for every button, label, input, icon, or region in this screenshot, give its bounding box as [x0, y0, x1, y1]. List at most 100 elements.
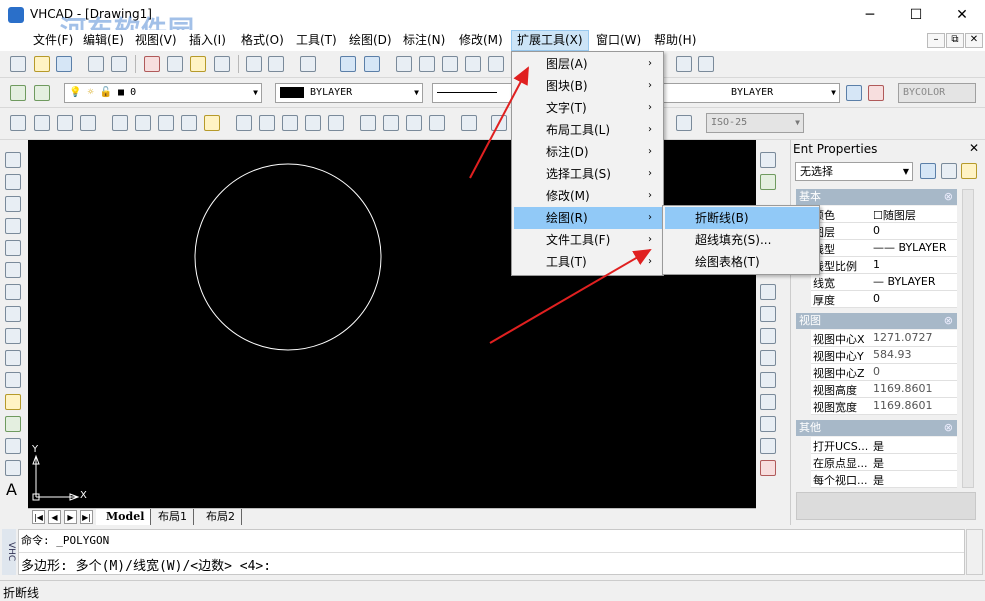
circle-icon[interactable] — [5, 306, 21, 322]
menu-file[interactable]: 文件(F) — [28, 30, 78, 51]
extend-icon[interactable] — [760, 372, 776, 388]
chamfer-icon[interactable] — [760, 416, 776, 432]
zoom-extents-icon[interactable] — [465, 56, 481, 72]
selection-combo[interactable]: 无选择 ▼ — [795, 162, 913, 181]
tolerance-icon[interactable] — [328, 115, 344, 131]
quick-dim-icon[interactable] — [204, 115, 220, 131]
trim-icon[interactable] — [760, 350, 776, 366]
print-icon[interactable] — [88, 56, 104, 72]
ellipse-icon[interactable] — [5, 350, 21, 366]
properties-scrollbar[interactable] — [962, 189, 974, 488]
menu-item-block[interactable]: 图块(B) › — [514, 75, 662, 97]
xline-icon[interactable] — [5, 218, 21, 234]
prop-row-layer[interactable]: 图层 0 — [811, 223, 957, 240]
insert-block-icon[interactable] — [5, 394, 21, 410]
prop-row-ucs-on[interactable]: 打开UCS... 是 — [811, 437, 957, 454]
scale-icon[interactable] — [760, 306, 776, 322]
snap-icon[interactable] — [340, 56, 356, 72]
prop-row-color[interactable]: 颜色 ☐随图层 — [811, 206, 957, 223]
continue-dim-icon[interactable] — [259, 115, 275, 131]
copy-object-icon[interactable] — [760, 174, 776, 190]
prop-row-ucs-origin[interactable]: 在原点显... 是 — [811, 454, 957, 471]
print-preview-icon[interactable] — [111, 56, 127, 72]
menu-item-modify[interactable]: 修改(M) › — [514, 185, 662, 207]
menu-item-select-tools[interactable]: 选择工具(S) › — [514, 163, 662, 185]
layer-combo[interactable]: 💡 ☼ 🔓 ■ 0 ▼ — [64, 83, 262, 103]
explode-icon[interactable] — [760, 460, 776, 476]
osnap-icon[interactable] — [364, 56, 380, 72]
menu-dimension[interactable]: 标注(N) — [398, 30, 450, 51]
prop-row-ltscale[interactable]: 线型比例 1 — [811, 257, 957, 274]
menu-item-file-tools[interactable]: 文件工具(F) › — [514, 229, 662, 251]
plotstyle-combo[interactable]: BYCOLOR — [898, 83, 976, 103]
baseline-dim-icon[interactable] — [236, 115, 252, 131]
zoom-realtime-icon[interactable] — [488, 56, 504, 72]
toggle-pickadd-icon[interactable] — [961, 163, 977, 179]
menu-help[interactable]: 帮助(H) — [649, 30, 701, 51]
render-icon[interactable] — [868, 85, 884, 101]
prop-row-ucs-per-viewport[interactable]: 每个视口... 是 — [811, 471, 957, 488]
submenu-item-super-hatch[interactable]: 超线填充(S)... — [665, 229, 819, 251]
revcloud-icon[interactable] — [5, 372, 21, 388]
prev-tab-button[interactable]: ◀ — [48, 510, 61, 524]
table-icon[interactable] — [676, 56, 692, 72]
redo-icon[interactable] — [268, 56, 284, 72]
menu-edit[interactable]: 编辑(E) — [78, 30, 129, 51]
color-combo[interactable]: BYLAYER ▼ — [275, 83, 423, 103]
save-icon[interactable] — [56, 56, 72, 72]
angular-dim-icon[interactable] — [181, 115, 197, 131]
fillet-icon[interactable] — [760, 438, 776, 454]
linear-dim-icon[interactable] — [10, 115, 26, 131]
arc-icon[interactable] — [5, 284, 21, 300]
point-icon[interactable] — [5, 438, 21, 454]
prop-row-thickness[interactable]: 厚度 0 — [811, 291, 957, 308]
undo-icon[interactable] — [246, 56, 262, 72]
next-tab-button[interactable]: ▶ — [64, 510, 77, 524]
dimstyle-combo[interactable]: ISO-25 ▼ — [706, 113, 804, 133]
grid-icon[interactable] — [846, 85, 862, 101]
jogged-dim-icon[interactable] — [135, 115, 151, 131]
center-mark-icon[interactable] — [360, 115, 376, 131]
command-scrollbar[interactable] — [966, 529, 983, 575]
menu-tools[interactable]: 工具(T) — [291, 30, 342, 51]
select-objects-icon[interactable] — [941, 163, 957, 179]
paste-icon[interactable] — [190, 56, 206, 72]
command-prompt-line[interactable]: 多边形: 多个(M)/线宽(W)/<边数> <4>: — [21, 555, 271, 574]
ray-icon[interactable] — [5, 174, 21, 190]
menu-insert[interactable]: 插入(I) — [184, 30, 231, 51]
help-icon[interactable] — [300, 56, 316, 72]
mdi-minimize-button[interactable]: – — [927, 33, 945, 48]
zoom-out-icon[interactable] — [419, 56, 435, 72]
close-button[interactable]: ✕ — [939, 0, 985, 30]
quick-select-icon[interactable] — [920, 163, 936, 179]
inspection-icon[interactable] — [383, 115, 399, 131]
first-tab-button[interactable]: |◀ — [32, 510, 45, 524]
jogged-linear-icon[interactable] — [406, 115, 422, 131]
aligned-dim-icon[interactable] — [34, 115, 50, 131]
prop-row-linetype[interactable]: 线型 —— BYLAYER — [811, 240, 957, 257]
command-window[interactable]: 命令: _POLYGON 多边形: 多个(M)/线宽(W)/<边数> <4>: — [18, 529, 965, 575]
tab-model[interactable]: Model — [96, 509, 152, 525]
erase-icon[interactable] — [760, 152, 776, 168]
ordinate-dim-icon[interactable] — [80, 115, 96, 131]
section-other-header[interactable]: 其他 ⊗ — [796, 420, 957, 436]
submenu-item-break-line[interactable]: 折断线(B) — [665, 207, 819, 229]
polyline-icon[interactable] — [5, 196, 21, 212]
section-basic-header[interactable]: 基本 ⊗ — [796, 189, 957, 205]
zoom-in-icon[interactable] — [396, 56, 412, 72]
new-file-icon[interactable] — [10, 56, 26, 72]
tab-layout1[interactable]: 布局1 — [148, 509, 194, 525]
polygon-icon[interactable] — [5, 240, 21, 256]
maximize-button[interactable]: ☐ — [893, 0, 939, 30]
dim-update-icon[interactable] — [491, 115, 507, 131]
submenu-item-draw-table[interactable]: 绘图表格(T) — [665, 251, 819, 273]
zoom-window-icon[interactable] — [442, 56, 458, 72]
spline-icon[interactable] — [5, 328, 21, 344]
menu-modify[interactable]: 修改(M) — [454, 30, 508, 51]
layer-previous-icon[interactable] — [34, 85, 50, 101]
menu-item-draw[interactable]: 绘图(R) › — [514, 207, 662, 229]
dim-text-edit-icon[interactable] — [461, 115, 477, 131]
open-file-icon[interactable] — [34, 56, 50, 72]
layer-manager-icon[interactable] — [10, 85, 26, 101]
hatch-icon[interactable] — [5, 460, 21, 476]
